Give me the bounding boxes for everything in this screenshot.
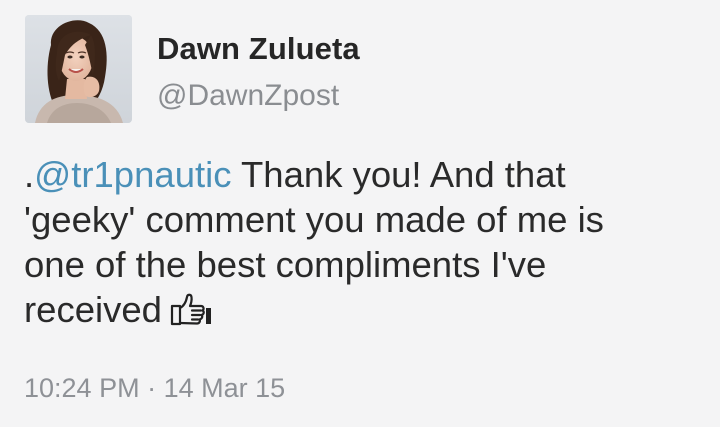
tweet-text-line-4: received [24, 287, 704, 332]
text-line-4: received [24, 289, 162, 330]
text-prefix: . [24, 154, 35, 195]
author-handle[interactable]: @DawnZpost [157, 79, 339, 113]
tweet-card: Dawn Zulueta @DawnZpost .@tr1pnautic Tha… [0, 0, 720, 427]
tweet-text-line-1: .@tr1pnautic Thank you! And that [24, 152, 704, 197]
tweet-text-line-3: one of the best compliments I've [24, 244, 547, 285]
tweet-timestamp[interactable]: 10:24 PM · 14 Mar 15 [24, 373, 285, 404]
tweet-date: 14 Mar 15 [163, 373, 286, 403]
avatar[interactable] [25, 15, 132, 123]
text-line-1-rest: Thank you! And that [231, 154, 566, 195]
meta-separator: · [139, 373, 164, 403]
tweet-time: 10:24 PM [24, 373, 140, 403]
mention-link[interactable]: @tr1pnautic [34, 154, 231, 195]
thumbs-up-icon [168, 291, 212, 326]
profile-photo [25, 15, 132, 123]
tweet-text: .@tr1pnautic Thank you! And that 'geeky'… [24, 152, 704, 332]
author-display-name[interactable]: Dawn Zulueta [157, 31, 360, 67]
tweet-text-line-2: 'geeky' comment you made of me is [24, 199, 604, 240]
